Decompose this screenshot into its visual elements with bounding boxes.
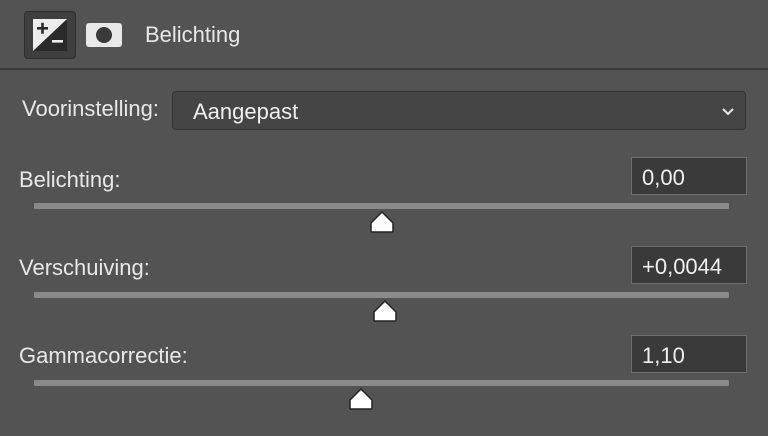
exposure-value-field[interactable]: 0,00 bbox=[631, 157, 747, 195]
preset-label: Voorinstelling: bbox=[22, 96, 159, 121]
preset-dropdown[interactable]: Aangepast bbox=[172, 91, 746, 130]
properties-header: Belichting bbox=[0, 0, 768, 70]
exposure-adjustment-button[interactable] bbox=[24, 11, 76, 59]
exposure-label: Belichting: bbox=[19, 167, 121, 192]
offset-slider-thumb[interactable] bbox=[372, 300, 398, 322]
gamma-label: Gammacorrectie: bbox=[19, 343, 188, 368]
exposure-slider-thumb[interactable] bbox=[369, 211, 395, 233]
gamma-value-field[interactable]: 1,10 bbox=[631, 335, 747, 373]
gamma-slider-track[interactable] bbox=[34, 380, 729, 386]
offset-value-field[interactable]: +0,0044 bbox=[631, 246, 747, 284]
exposure-adjustment-icon bbox=[33, 19, 67, 51]
offset-slider-track[interactable] bbox=[34, 292, 729, 298]
gamma-slider-thumb[interactable] bbox=[348, 388, 374, 410]
layer-mask-icon[interactable] bbox=[85, 22, 123, 48]
offset-label: Verschuiving: bbox=[19, 255, 150, 280]
preset-selected-value: Aangepast bbox=[193, 99, 299, 124]
chevron-down-icon bbox=[722, 108, 734, 116]
exposure-slider-track[interactable] bbox=[34, 203, 729, 209]
panel-title: Belichting bbox=[145, 22, 241, 47]
